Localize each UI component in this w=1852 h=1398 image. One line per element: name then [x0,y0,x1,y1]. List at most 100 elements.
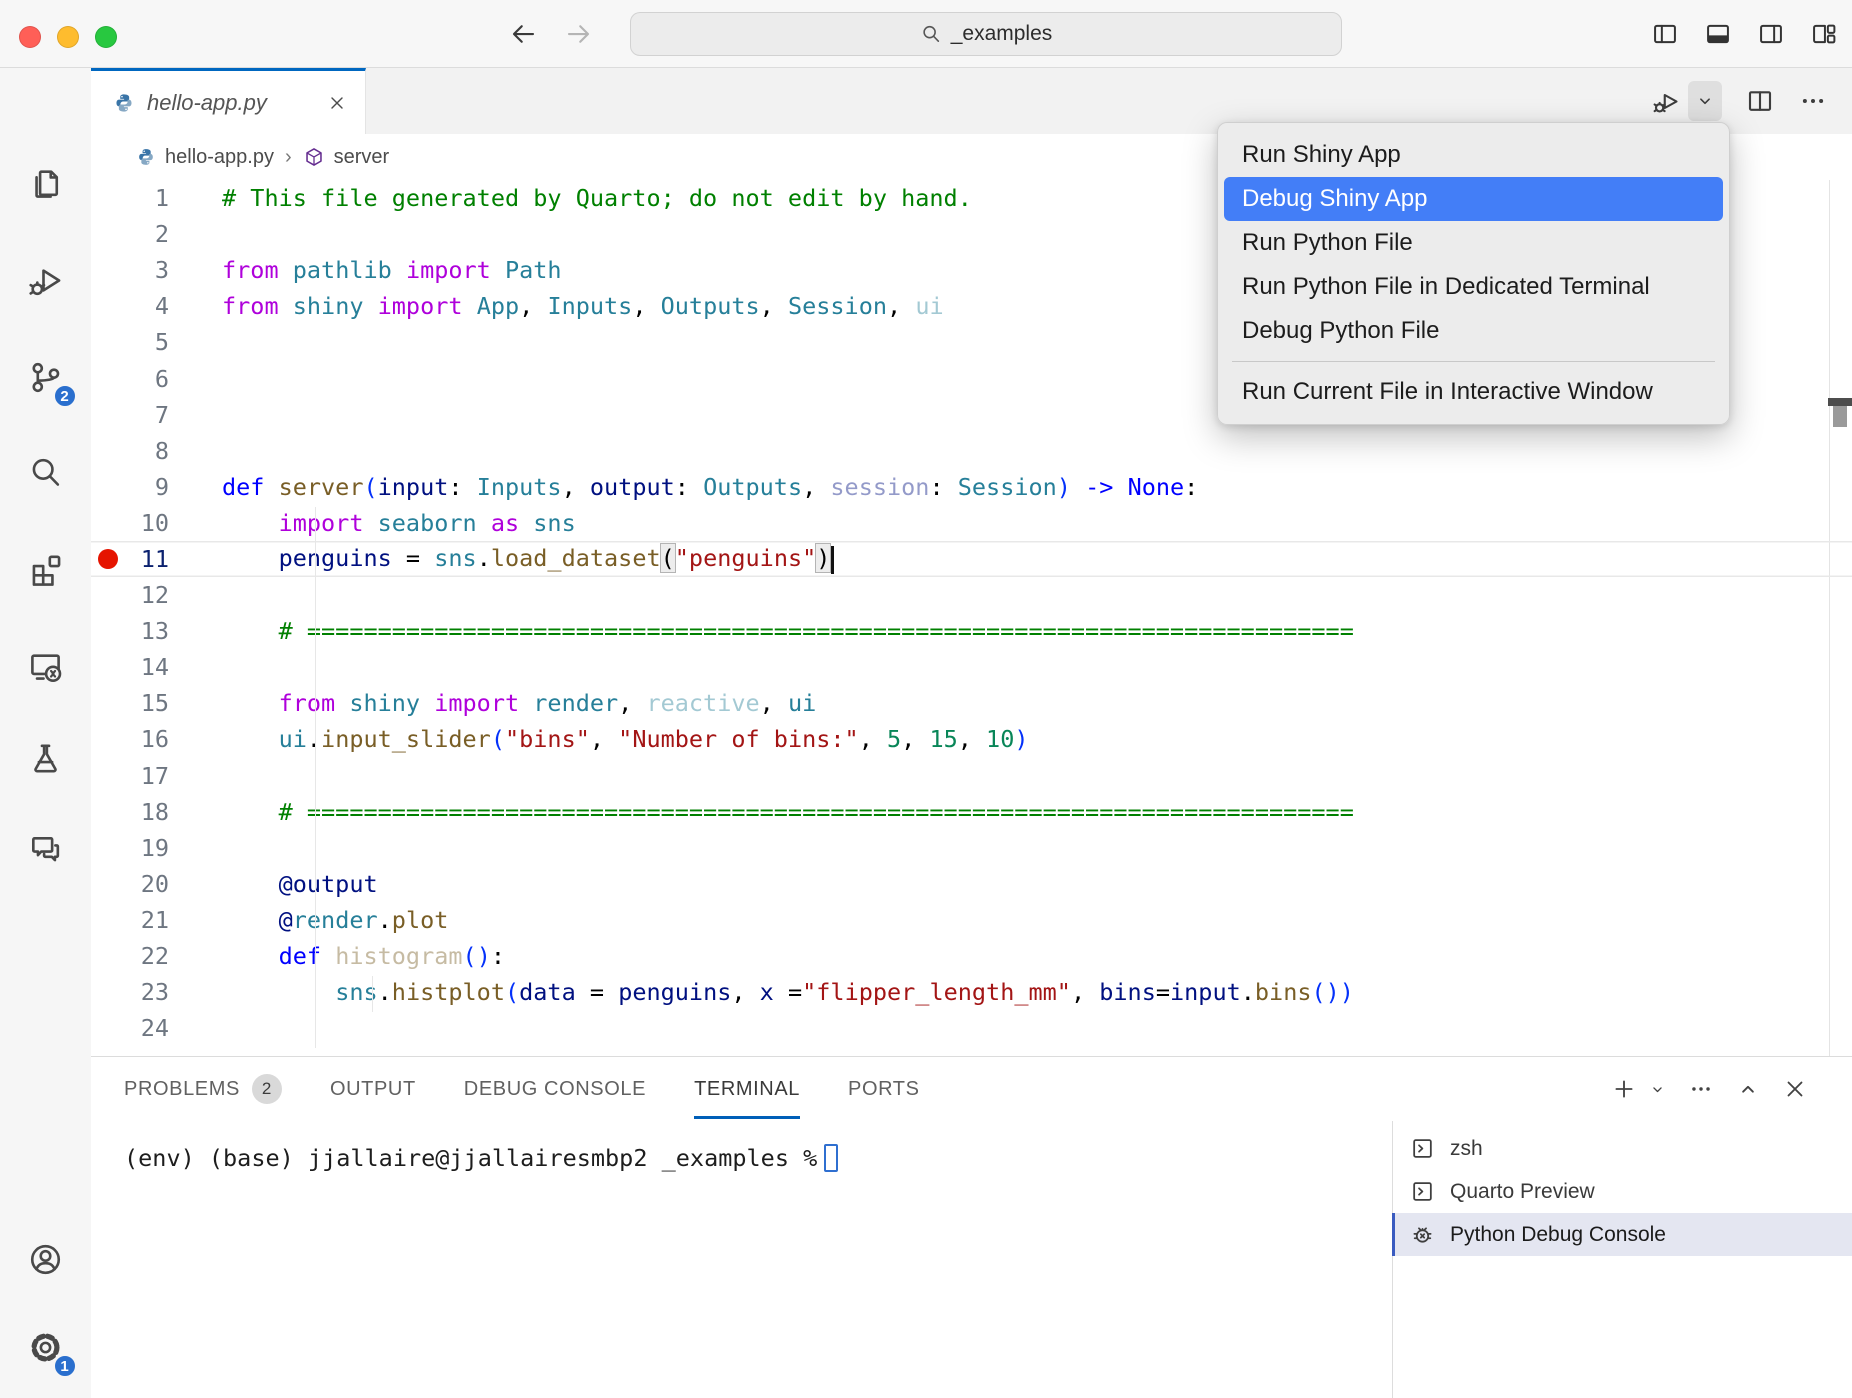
menu-item-run-shiny-app[interactable]: Run Shiny App [1224,133,1723,177]
close-panel-icon[interactable] [1782,1076,1808,1102]
python-icon [113,92,135,114]
panel-tab-output[interactable]: OUTPUT [330,1057,416,1121]
code-line[interactable]: 13 # ===================================… [91,613,1852,649]
gutter[interactable]: 3 [91,252,222,288]
gutter[interactable]: 20 [91,866,222,902]
activity-account-icon[interactable] [18,1231,74,1287]
code-line[interactable]: 22 def histogram(): [91,938,1852,974]
terminal-icon [1410,1179,1435,1204]
code-line[interactable]: 20 @output [91,866,1852,902]
activity-remote-explorer-icon[interactable] [18,638,74,694]
minimize-window-button[interactable] [57,26,79,48]
code-line[interactable]: 21 @render.plot [91,902,1852,938]
menu-item-debug-python-file[interactable]: Debug Python File [1224,309,1723,353]
close-window-button[interactable] [19,26,41,48]
gutter[interactable]: 9 [91,469,222,505]
command-center-search[interactable]: _examples [630,12,1342,56]
gutter[interactable]: 17 [91,758,222,794]
maximize-panel-icon[interactable] [1735,1076,1761,1102]
back-arrow-icon[interactable] [508,19,538,49]
code-line[interactable]: 15 from shiny import render, reactive, u… [91,685,1852,721]
new-terminal-icon[interactable] [1611,1076,1637,1102]
panel-tab-ports[interactable]: PORTS [848,1057,920,1121]
terminal-list: zshQuarto PreviewPython Debug Console [1392,1127,1852,1256]
code-line[interactable]: 10 import seaborn as sns [91,505,1852,541]
activity-source-control-icon[interactable]: 2 [18,349,74,405]
code-line[interactable]: 14 [91,649,1852,685]
terminal-output[interactable]: (env) (base) jjallaire@jjallairesmbp2 _e… [124,1144,838,1172]
search-icon [27,454,64,491]
gutter[interactable]: 13 [91,613,222,649]
launch-profile-chevron-icon[interactable] [1648,1080,1667,1099]
menu-item-run-current-file-in-interactive-window[interactable]: Run Current File in Interactive Window [1224,370,1723,414]
gutter[interactable]: 8 [91,433,222,469]
code-line[interactable]: 12 [91,577,1852,613]
panel-tab-terminal[interactable]: TERMINAL [694,1057,800,1121]
menu-item-run-python-file-in-dedicated-terminal[interactable]: Run Python File in Dedicated Terminal [1224,265,1723,309]
panel-tabs: PROBLEMS2 OUTPUT DEBUG CONSOLE TERMINAL PORT… [124,1057,920,1121]
close-icon[interactable] [327,93,347,113]
menu-item-debug-shiny-app[interactable]: Debug Shiny App [1224,177,1723,221]
gutter[interactable]: 22 [91,938,222,974]
more-actions-icon[interactable] [1798,86,1828,116]
code-line[interactable]: 18 # ===================================… [91,794,1852,830]
code-line[interactable]: 23 sns.histplot(data = penguins, x ="fli… [91,974,1852,1010]
code-line[interactable]: 19 [91,830,1852,866]
gutter[interactable]: 4 [91,288,222,324]
terminal-icon [1410,1136,1435,1161]
code-line[interactable]: 9def server(input: Inputs, output: Outpu… [91,469,1852,505]
tab-hello-app[interactable]: hello-app.py [91,68,366,134]
zoom-window-button[interactable] [95,26,117,48]
gutter[interactable]: 14 [91,649,222,685]
code-line[interactable]: 24 [91,1010,1852,1046]
activity-run-debug-icon[interactable] [18,252,74,308]
terminal-list-item-quarto-preview[interactable]: Quarto Preview [1392,1170,1852,1213]
gutter[interactable]: 12 [91,577,222,613]
gutter[interactable]: 16 [91,721,222,757]
gutter[interactable]: 2 [91,216,222,252]
breadcrumb-file[interactable]: hello-app.py [165,146,274,169]
activity-testing-icon[interactable] [18,730,74,786]
gutter[interactable]: 10 [91,505,222,541]
code-line[interactable]: 16 ui.input_slider("bins", "Number of bi… [91,721,1852,757]
terminal-list-item-python-debug-console[interactable]: Python Debug Console [1392,1213,1852,1256]
panel-tab-label: PORTS [848,1078,920,1101]
split-editor-icon[interactable] [1745,86,1775,116]
gutter[interactable]: 7 [91,397,222,433]
panel-tab-debug-console[interactable]: DEBUG CONSOLE [464,1057,646,1121]
activity-search-icon[interactable] [18,444,74,500]
gutter[interactable]: 24 [91,1010,222,1046]
layout-sidebar-left-icon[interactable] [1651,20,1679,48]
line-number: 7 [91,401,169,429]
run-dropdown-button[interactable] [1688,81,1722,121]
activity-settings-gear-icon[interactable]: 1 [18,1319,74,1375]
titlebar: _examples [0,0,1852,68]
gutter[interactable]: 5 [91,324,222,360]
run-or-debug-icon[interactable] [1651,86,1681,116]
gutter[interactable]: 18 [91,794,222,830]
gutter[interactable]: 23 [91,974,222,1010]
activity-extensions-icon[interactable] [18,541,74,597]
panel-tab-problems[interactable]: PROBLEMS2 [124,1057,282,1121]
gutter[interactable]: 11 [91,541,222,577]
gutter[interactable]: 21 [91,902,222,938]
layout-customize-icon[interactable] [1810,20,1838,48]
gutter[interactable]: 19 [91,830,222,866]
panel-tab-label: DEBUG CONSOLE [464,1078,646,1101]
code-line[interactable]: 11 penguins = sns.load_dataset("penguins… [91,541,1852,577]
layout-panel-icon[interactable] [1704,20,1732,48]
activity-comments-icon[interactable] [18,820,74,876]
activity-explorer-icon[interactable] [18,155,74,211]
more-actions-icon[interactable] [1688,1076,1714,1102]
gutter[interactable]: 1 [91,180,222,216]
layout-sidebar-right-icon[interactable] [1757,20,1785,48]
terminal-list-item-zsh[interactable]: zsh [1392,1127,1852,1170]
code-line[interactable]: 8 [91,433,1852,469]
gutter[interactable]: 15 [91,685,222,721]
breadcrumb-symbol[interactable]: server [334,146,390,169]
menu-item-run-python-file[interactable]: Run Python File [1224,221,1723,265]
gutter[interactable]: 6 [91,360,222,396]
forward-arrow-icon[interactable] [564,19,594,49]
breakpoint-dot[interactable] [98,549,118,569]
code-line[interactable]: 17 [91,758,1852,794]
